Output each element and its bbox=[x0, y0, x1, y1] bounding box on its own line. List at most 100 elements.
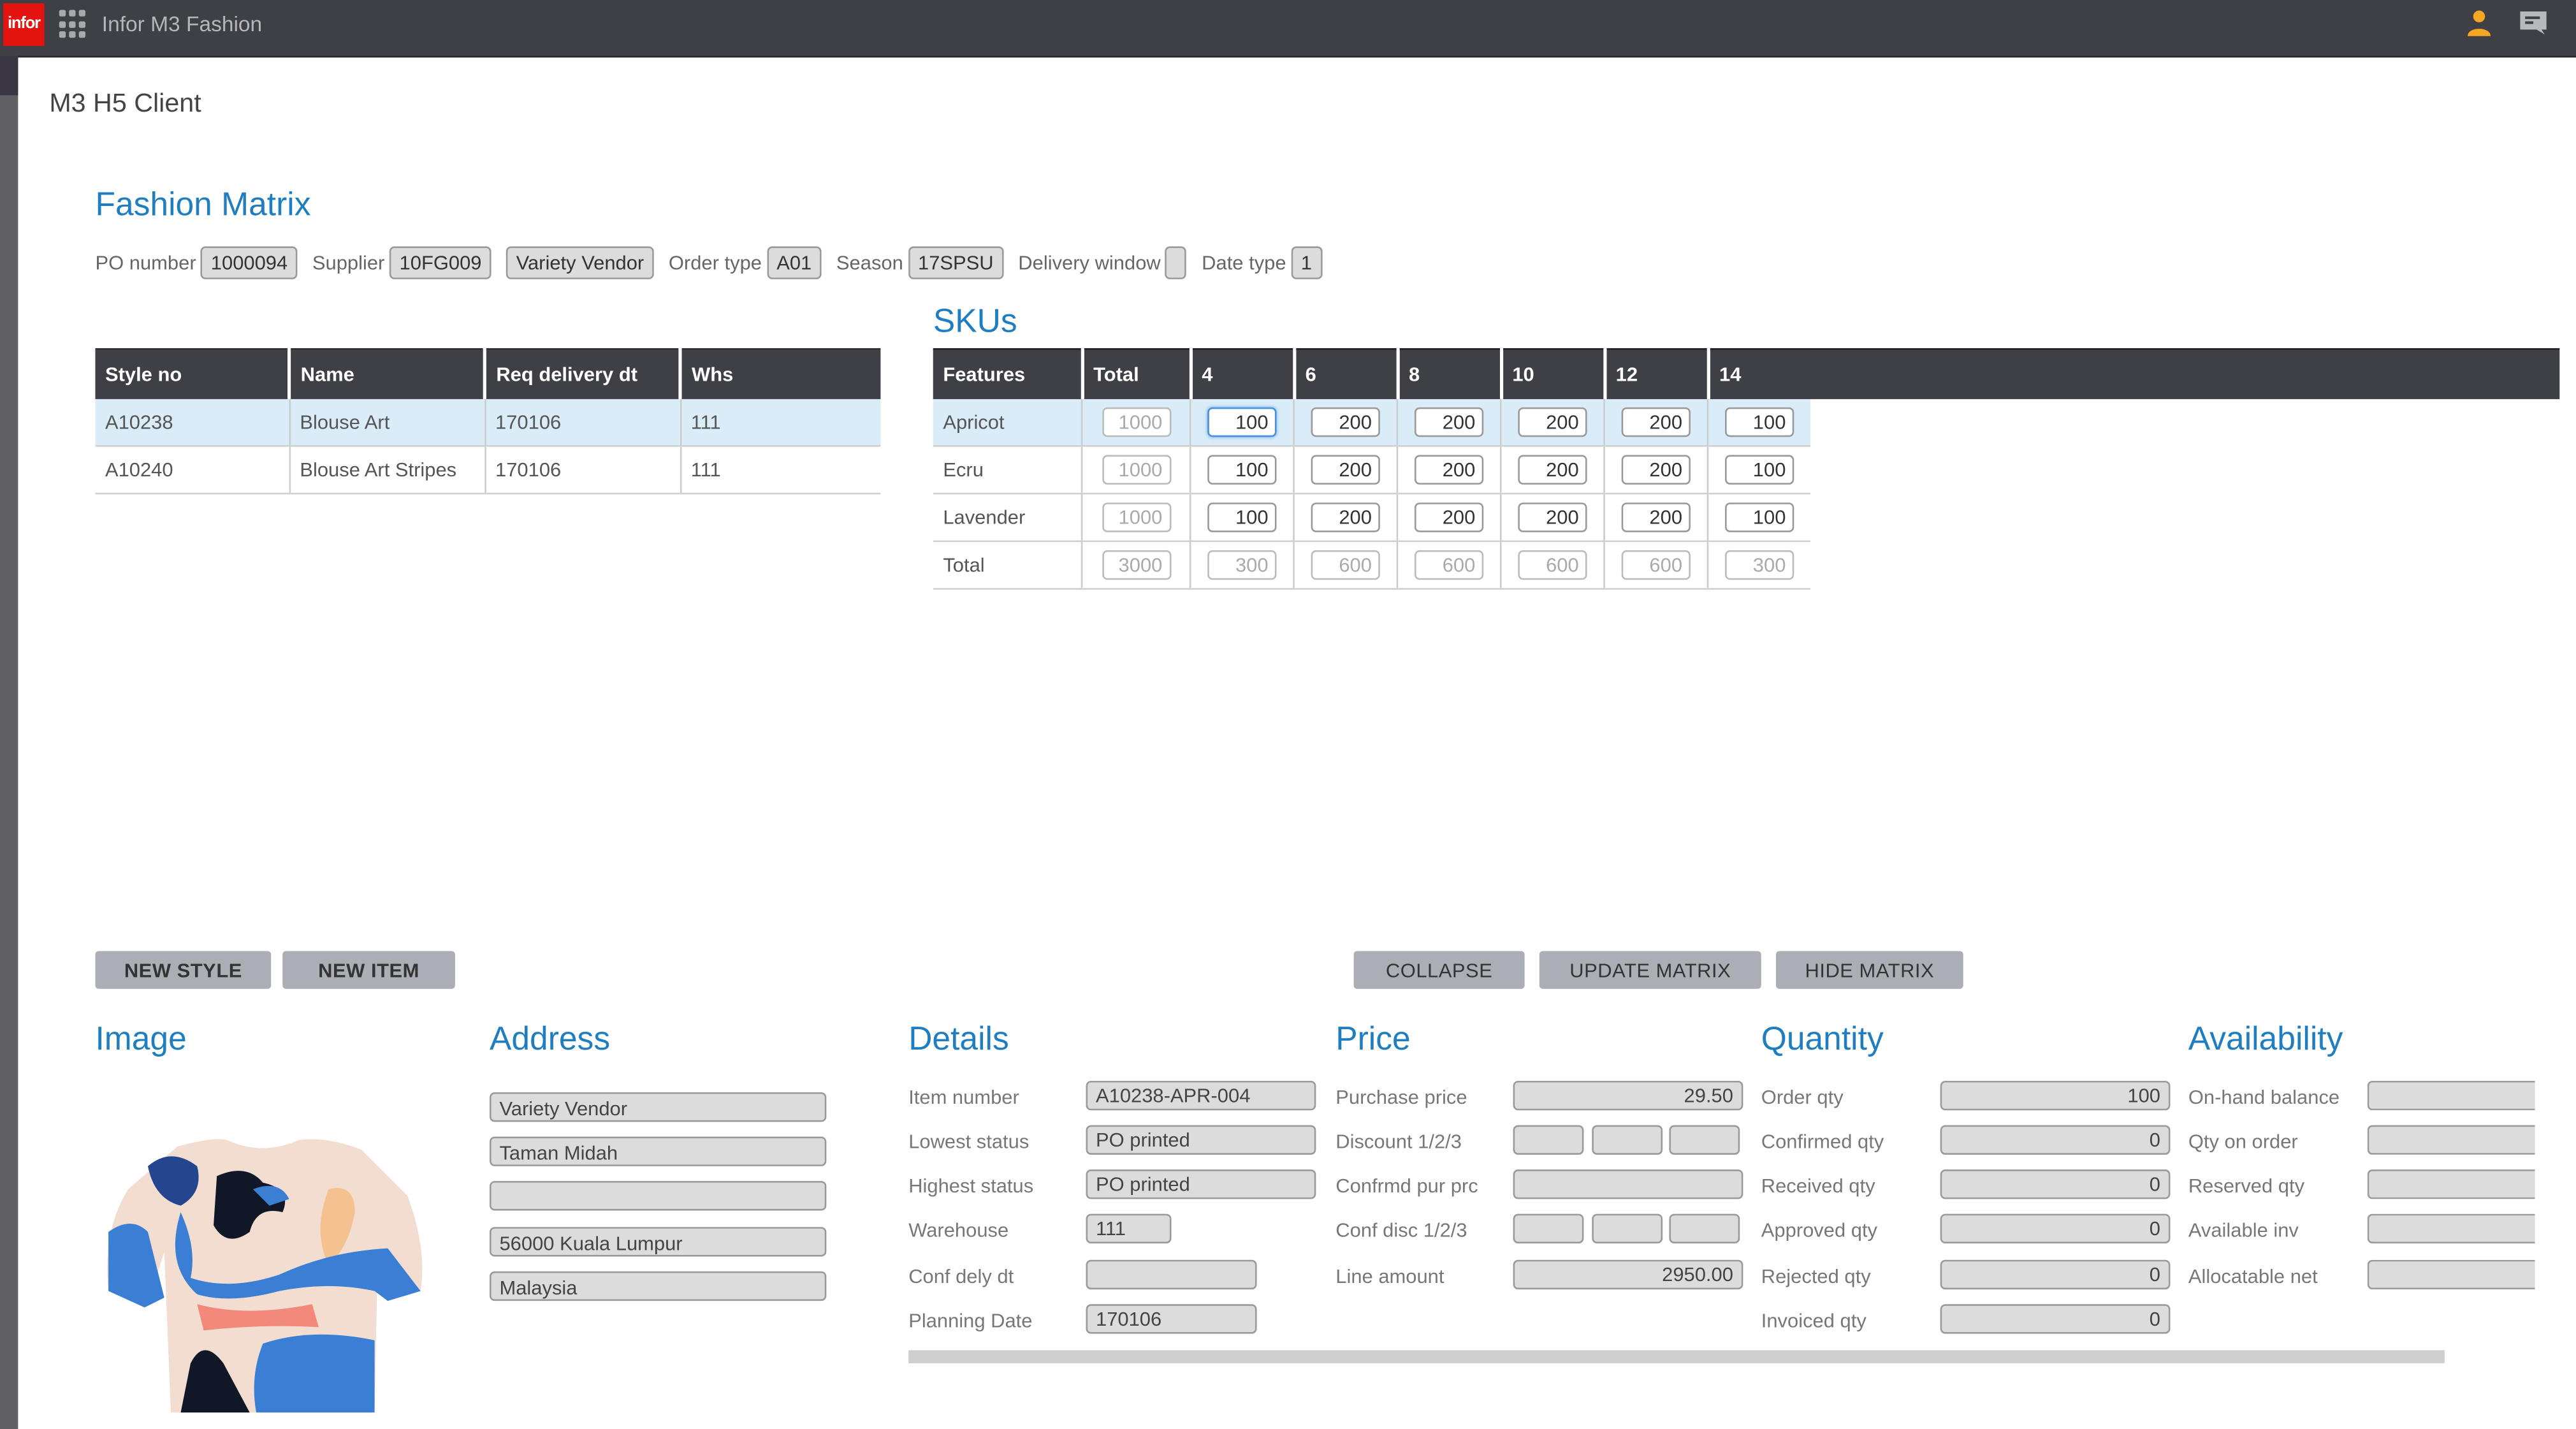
reserved-qty-field[interactable] bbox=[2367, 1169, 2535, 1199]
discount-2-field[interactable] bbox=[1592, 1125, 1663, 1155]
sku-qty-input-size-12[interactable]: 200 bbox=[1621, 455, 1691, 485]
sku-size-cell: 200 bbox=[1499, 446, 1605, 495]
allocatable-net-label: Allocatable net bbox=[2188, 1264, 2318, 1288]
sku-row[interactable]: Apricot 1000 100 200 200 200 200 100 bbox=[933, 399, 1811, 447]
sku-qty-input-size-12[interactable]: 200 bbox=[1621, 502, 1691, 532]
sku-row[interactable]: Lavender 1000 100 200 200 200 200 100 bbox=[933, 494, 1811, 543]
horizontal-scrollbar[interactable] bbox=[908, 1350, 2445, 1363]
item-number-label: Item number bbox=[908, 1085, 1019, 1109]
planning-date-field[interactable]: 170106 bbox=[1086, 1304, 1257, 1334]
table-row[interactable]: A10240 Blouse Art Stripes 170106 111 bbox=[95, 446, 881, 495]
highest-status-field[interactable]: PO printed bbox=[1086, 1169, 1316, 1199]
item-number-field[interactable]: A10238-APR-004 bbox=[1086, 1080, 1316, 1111]
sku-qty-input-size-14[interactable]: 100 bbox=[1725, 407, 1794, 437]
sku-qty-input-size-10[interactable]: 200 bbox=[1518, 502, 1587, 532]
address-line-4-field[interactable]: 56000 Kuala Lumpur bbox=[490, 1227, 827, 1257]
sku-row[interactable]: Ecru 1000 100 200 200 200 200 100 bbox=[933, 446, 1811, 495]
new-style-button[interactable]: NEW STYLE bbox=[95, 951, 272, 989]
date-type-field[interactable]: 1 bbox=[1291, 246, 1322, 279]
available-inv-label: Available inv bbox=[2188, 1219, 2299, 1242]
sku-size-cell: 200 bbox=[1293, 399, 1397, 447]
image-section-title: Image bbox=[95, 1022, 187, 1058]
chat-icon[interactable] bbox=[2519, 10, 2548, 36]
sku-size-cell: 300 bbox=[1189, 541, 1294, 590]
approved-qty-field[interactable]: 0 bbox=[1940, 1213, 2171, 1243]
sku-qty-input-size-4[interactable]: 100 bbox=[1207, 455, 1277, 485]
season-field[interactable]: 17SPSU bbox=[908, 246, 1004, 279]
address-line-5-field[interactable]: Malaysia bbox=[490, 1271, 827, 1301]
line-amount-label: Line amount bbox=[1335, 1264, 1444, 1288]
allocatable-net-field[interactable] bbox=[2367, 1259, 2535, 1290]
column-header-size-14: 14 bbox=[1706, 348, 1811, 399]
sku-size-cell: 300 bbox=[1706, 541, 1811, 590]
lowest-status-field[interactable]: PO printed bbox=[1086, 1125, 1316, 1155]
discount-1-field[interactable] bbox=[1513, 1125, 1584, 1155]
discount-3-field[interactable] bbox=[1669, 1125, 1740, 1155]
discount-label: Discount 1/2/3 bbox=[1335, 1130, 1462, 1154]
on-hand-balance-field[interactable] bbox=[2367, 1080, 2535, 1111]
rejected-qty-field[interactable]: 0 bbox=[1940, 1259, 2171, 1290]
table-row[interactable]: A10238 Blouse Art 170106 111 bbox=[95, 399, 881, 447]
sku-qty-input-size-6[interactable]: 200 bbox=[1311, 502, 1380, 532]
sku-qty-input-size-6[interactable]: 200 bbox=[1311, 455, 1380, 485]
collapse-button[interactable]: COLLAPSE bbox=[1353, 951, 1525, 989]
sku-qty-input-size-10[interactable]: 200 bbox=[1518, 455, 1587, 485]
sku-feature-cell: Lavender bbox=[933, 494, 1082, 543]
sku-row[interactable]: Total 3000 300 600 600 600 600 300 bbox=[933, 541, 1811, 590]
received-qty-field[interactable]: 0 bbox=[1940, 1169, 2171, 1199]
qty-on-order-field[interactable] bbox=[2367, 1125, 2535, 1155]
new-item-button[interactable]: NEW ITEM bbox=[282, 951, 455, 989]
warehouse-label: Warehouse bbox=[908, 1219, 1009, 1242]
sku-size-cell: 200 bbox=[1499, 399, 1605, 447]
address-line-3-field[interactable] bbox=[490, 1181, 827, 1211]
sku-qty-input-size-4[interactable]: 100 bbox=[1207, 407, 1277, 437]
column-header-size-4: 4 bbox=[1188, 348, 1294, 399]
address-line-2-field[interactable]: Taman Midah bbox=[490, 1136, 827, 1166]
sku-total-value: 1000 bbox=[1102, 455, 1171, 485]
hide-matrix-button[interactable]: HIDE MATRIX bbox=[1775, 951, 1963, 989]
lowest-status-label: Lowest status bbox=[908, 1130, 1030, 1154]
conf-disc-1-field[interactable] bbox=[1513, 1213, 1584, 1243]
address-line-1-field[interactable]: Variety Vendor bbox=[490, 1092, 827, 1122]
column-header-whs[interactable]: Whs bbox=[678, 348, 881, 399]
sku-qty-input-size-4[interactable]: 100 bbox=[1207, 502, 1277, 532]
purchase-price-field[interactable]: 29.50 bbox=[1513, 1080, 1743, 1111]
conf-dely-dt-field[interactable] bbox=[1086, 1259, 1257, 1290]
invoiced-qty-field[interactable]: 0 bbox=[1940, 1304, 2171, 1334]
req-delivery-cell: 170106 bbox=[483, 399, 680, 447]
column-header-style-no[interactable]: Style no bbox=[95, 348, 289, 399]
skus-title: SKUs bbox=[933, 304, 1017, 341]
delivery-window-field[interactable] bbox=[1165, 246, 1187, 279]
sku-qty-input-size-10[interactable]: 200 bbox=[1518, 407, 1587, 437]
sku-qty-input-size-8[interactable]: 200 bbox=[1414, 502, 1484, 532]
confrmd-pur-prc-field[interactable] bbox=[1513, 1169, 1743, 1199]
po-number-field[interactable]: 1000094 bbox=[201, 246, 298, 279]
sku-qty-input-size-6[interactable]: 200 bbox=[1311, 407, 1380, 437]
conf-disc-3-field[interactable] bbox=[1669, 1213, 1740, 1243]
sku-size-total-value: 600 bbox=[1414, 550, 1484, 580]
sku-size-cell: 200 bbox=[1293, 494, 1397, 543]
apps-grid-icon[interactable] bbox=[59, 10, 89, 39]
conf-disc-2-field[interactable] bbox=[1592, 1213, 1663, 1243]
price-section-title: Price bbox=[1335, 1022, 1411, 1058]
confirmed-qty-field[interactable]: 0 bbox=[1940, 1125, 2171, 1155]
available-inv-field[interactable] bbox=[2367, 1213, 2535, 1243]
order-qty-label: Order qty bbox=[1761, 1085, 1844, 1109]
update-matrix-button[interactable]: UPDATE MATRIX bbox=[1539, 951, 1761, 989]
line-amount-field[interactable]: 2950.00 bbox=[1513, 1259, 1743, 1290]
user-icon[interactable] bbox=[2464, 8, 2494, 38]
order-qty-field[interactable]: 100 bbox=[1940, 1080, 2171, 1111]
order-type-field[interactable]: A01 bbox=[766, 246, 822, 279]
app-title: Infor M3 Fashion bbox=[101, 11, 263, 36]
supplier-field[interactable]: 10FG009 bbox=[389, 246, 491, 279]
column-header-req-delivery-dt[interactable]: Req delivery dt bbox=[483, 348, 680, 399]
supplier-name-field[interactable]: Variety Vendor bbox=[506, 246, 654, 279]
sku-qty-input-size-8[interactable]: 200 bbox=[1414, 455, 1484, 485]
sku-qty-input-size-14[interactable]: 100 bbox=[1725, 502, 1794, 532]
sku-qty-input-size-14[interactable]: 100 bbox=[1725, 455, 1794, 485]
warehouse-field[interactable]: 111 bbox=[1086, 1213, 1172, 1243]
sku-qty-input-size-8[interactable]: 200 bbox=[1414, 407, 1484, 437]
column-header-name[interactable]: Name bbox=[287, 348, 485, 399]
infor-logo[interactable]: infor bbox=[3, 3, 45, 47]
sku-qty-input-size-12[interactable]: 200 bbox=[1621, 407, 1691, 437]
